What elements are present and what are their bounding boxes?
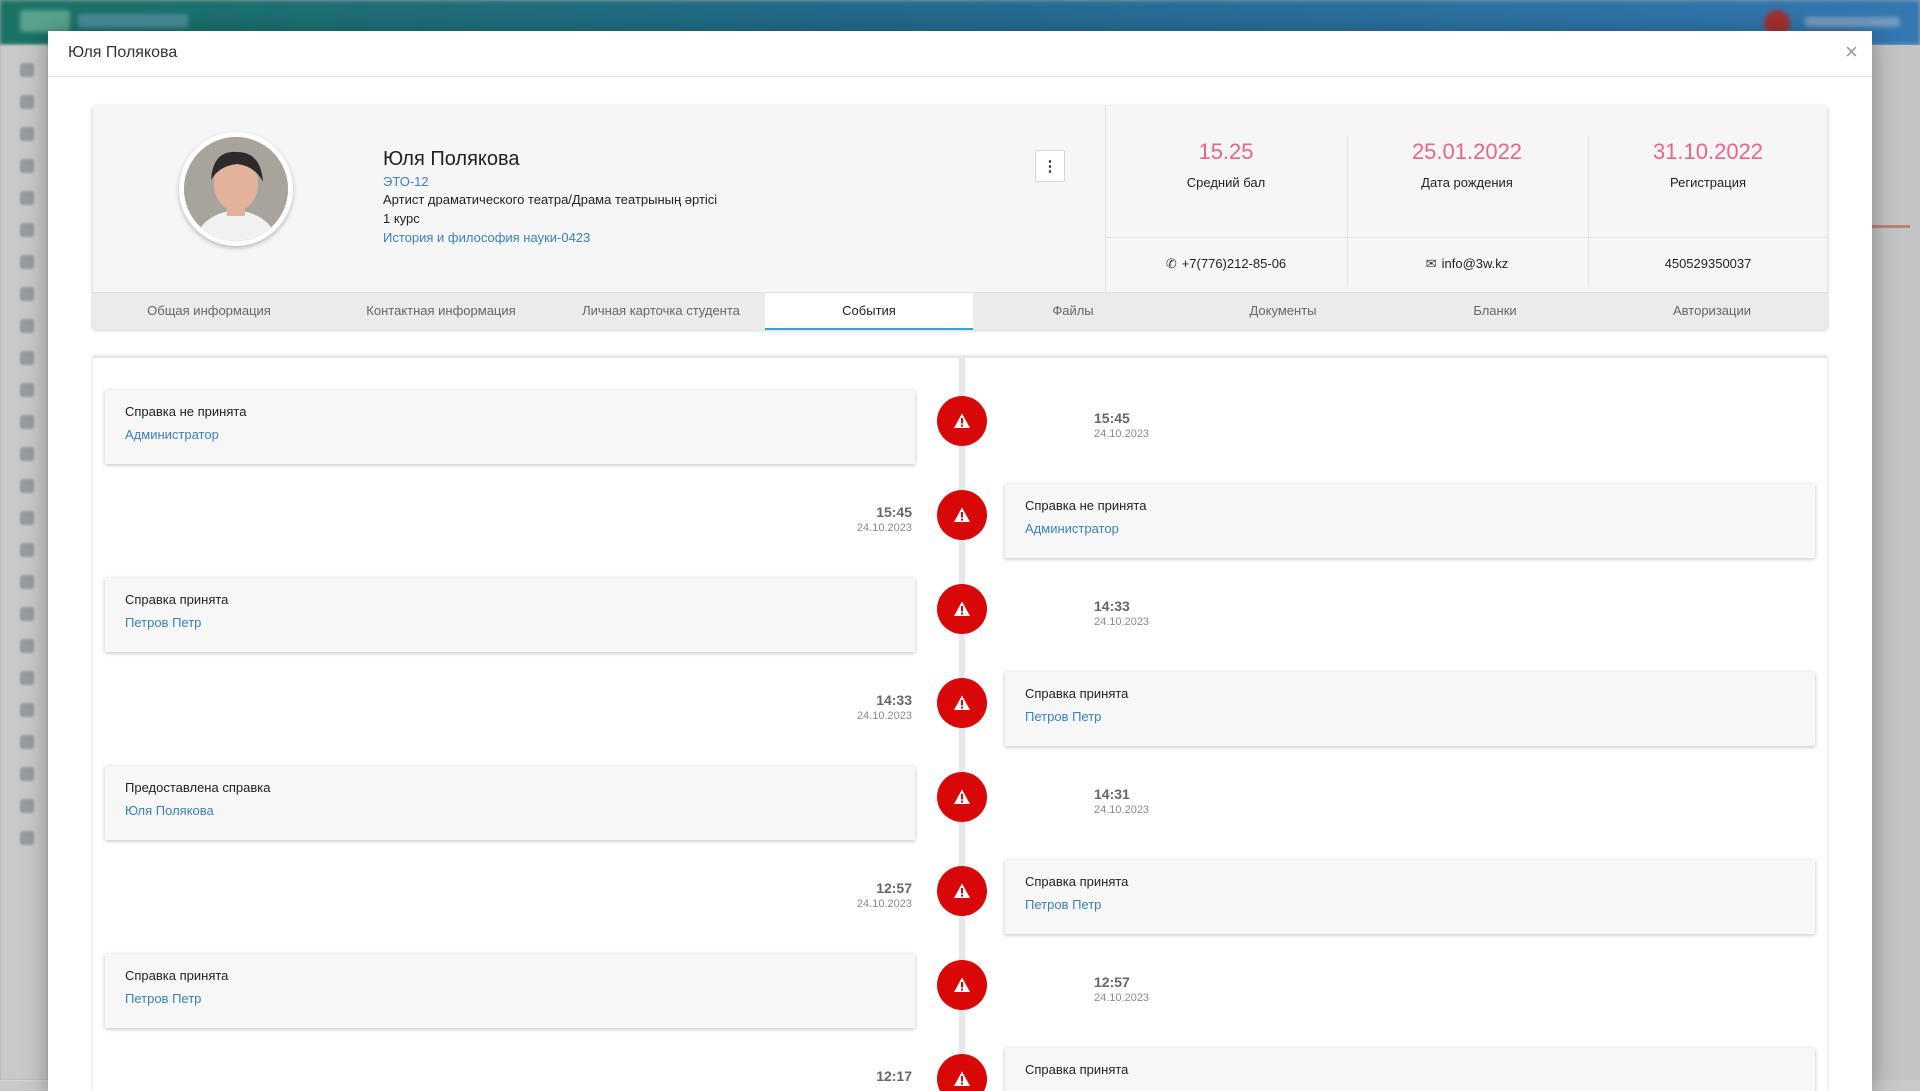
event-card: Справка не принята Администратор — [105, 390, 915, 464]
event-user-link[interactable]: Администратор — [125, 427, 895, 442]
warning-icon — [937, 490, 987, 540]
warning-icon — [937, 584, 987, 634]
event-time: 12:57 — [876, 880, 912, 896]
profile-card: Юля Полякова ЭТО-12 Артист драматическог… — [93, 106, 1828, 330]
stat-label: Регистрация — [1670, 175, 1746, 190]
iin-value: 450529350037 — [1664, 256, 1752, 271]
event-date: 24.10.2023 — [1094, 428, 1150, 440]
email-value: info@3w.kz — [1441, 256, 1509, 271]
student-modal: Юля Полякова × Юля Полякова ЭТО-12 Артис… — [48, 31, 1872, 1091]
events-timeline: Справка не принята Администратор 15:45 24.1… — [93, 356, 1827, 1091]
event-card: Справка принята Петров Петр — [1005, 672, 1815, 746]
warning-icon — [937, 772, 987, 822]
stat-label: Средний бал — [1186, 175, 1266, 190]
contact-email: ✉ info@3w.kz — [1347, 256, 1587, 272]
warning-icon — [937, 678, 987, 728]
event-card: Справка принята Петров Петр — [1005, 860, 1815, 934]
kebab-icon: ⋮ — [1042, 158, 1058, 175]
tab-contacts[interactable]: Контактная информация — [325, 293, 557, 330]
student-course: 1 курс — [383, 211, 420, 226]
event-title: Справка не принята — [125, 404, 247, 419]
stat-value: 25.01.2022 — [1411, 139, 1523, 164]
event-time: 14:31 — [1094, 786, 1130, 802]
event-time: 15:45 — [876, 504, 912, 520]
event-title: Справка принята — [1025, 686, 1129, 701]
tab-authorizations[interactable]: Авторизации — [1597, 293, 1827, 330]
event-card: Справка принята Петров Петр — [105, 954, 915, 1028]
event-user-link[interactable]: Петров Петр — [1025, 709, 1795, 724]
event-card: Справка принята Петров Петр — [105, 578, 915, 652]
tab-forms[interactable]: Бланки — [1393, 293, 1597, 330]
event-date: 24.10.2023 — [1094, 616, 1150, 628]
avatar — [179, 132, 293, 246]
contact-phone: ✆ +7(776)212-85-06 — [1106, 256, 1346, 272]
phone-icon: ✆ — [1165, 256, 1177, 271]
event-time: 15:45 — [1094, 410, 1130, 426]
event-title: Справка принята — [125, 968, 229, 983]
event-card: Предоставлена справка Юля Полякова — [105, 766, 915, 840]
stat-value: 15.25 — [1198, 139, 1254, 164]
stat-value: 31.10.2022 — [1652, 139, 1764, 164]
modal-header: Юля Полякова × — [48, 31, 1872, 77]
tab-events[interactable]: События — [765, 293, 973, 330]
student-name: Юля Полякова — [383, 148, 520, 170]
tab-files[interactable]: Файлы — [973, 293, 1173, 330]
tab-student-card[interactable]: Личная карточка студента — [557, 293, 765, 330]
student-specialty: Артист драматического театра/Драма театр… — [383, 192, 718, 207]
profile-tabs: Общая информация Контактная информация Л… — [93, 292, 1827, 330]
phone-value: +7(776)212-85-06 — [1181, 256, 1287, 271]
more-options-button[interactable]: ⋮ — [1035, 150, 1065, 182]
modal-title: Юля Полякова — [68, 44, 178, 61]
stats-panel: 15.25 Средний бал 25.01.2022 Дата рожден… — [1105, 106, 1828, 292]
close-icon[interactable]: × — [1845, 40, 1858, 64]
event-title: Справка принята — [1025, 874, 1129, 889]
event-user-link[interactable]: Петров Петр — [1025, 897, 1795, 912]
warning-icon — [937, 396, 987, 446]
stat-registration: 31.10.2022 Регистрация — [1588, 139, 1828, 190]
event-date: 24.10.2023 — [856, 710, 912, 722]
event-time: 14:33 — [876, 692, 912, 708]
event-date: 24.10.2023 — [1094, 804, 1150, 816]
stat-label: Дата рождения — [1421, 175, 1513, 190]
event-card: Справка принята — [1005, 1048, 1815, 1091]
event-date: 24.10.2023 — [856, 898, 912, 910]
tab-documents[interactable]: Документы — [1173, 293, 1393, 330]
stat-average: 15.25 Средний бал — [1106, 139, 1346, 190]
event-title: Предоставлена справка — [125, 780, 271, 795]
contact-iin: 450529350037 — [1588, 256, 1828, 271]
event-user-link[interactable]: Петров Петр — [125, 615, 895, 630]
student-group-link[interactable]: ЭТО-12 — [383, 174, 429, 189]
event-title: Справка не принята — [1025, 498, 1147, 513]
event-date: 24.10.2023 — [1094, 992, 1150, 1004]
event-time: 14:33 — [1094, 598, 1130, 614]
event-user-link[interactable]: Петров Петр — [125, 991, 895, 1006]
warning-icon — [937, 866, 987, 916]
student-department-link[interactable]: История и философия науки-0423 — [383, 230, 590, 245]
event-time: 12:17 — [876, 1068, 912, 1084]
event-date: 24.10.2023 — [856, 522, 912, 534]
tab-general[interactable]: Общая информация — [93, 293, 325, 330]
warning-icon — [937, 1054, 987, 1091]
envelope-icon: ✉ — [1425, 256, 1437, 271]
event-title: Справка принята — [125, 592, 229, 607]
stat-birthdate: 25.01.2022 Дата рождения — [1347, 139, 1587, 190]
event-card: Справка не принята Администратор — [1005, 484, 1815, 558]
event-time: 12:57 — [1094, 974, 1130, 990]
event-title: Справка принята — [1025, 1062, 1129, 1077]
event-user-link[interactable]: Администратор — [1025, 521, 1795, 536]
warning-icon — [937, 960, 987, 1010]
event-user-link[interactable]: Юля Полякова — [125, 803, 895, 818]
